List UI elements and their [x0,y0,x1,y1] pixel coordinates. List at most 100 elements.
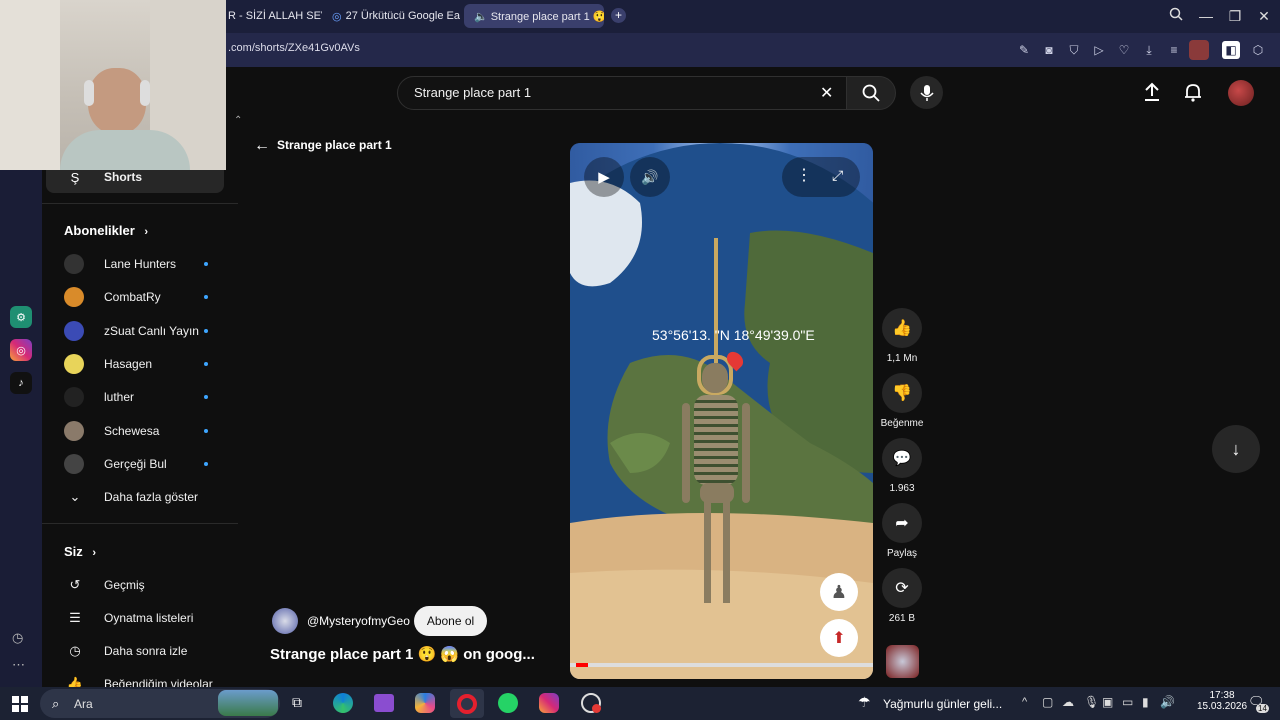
weather-text[interactable]: Yağmurlu günler geli... [883,697,1002,711]
voice-search-button[interactable] [910,76,943,109]
tray-chevron-icon[interactable]: ^ [1022,696,1027,708]
files-icon[interactable] [374,694,394,712]
volume-button[interactable]: 🔊 [630,157,670,197]
copilot-icon[interactable] [415,693,435,713]
sidebar-item-label: Schewesa [104,424,160,438]
tray-app-icon[interactable]: ▢ [1042,695,1053,709]
clock-time[interactable]: 17:38 15.03.2026 [1192,690,1252,712]
sidebar-item-label: Lane Hunters [104,257,177,271]
sidebar-item-liked[interactable]: 👍 Beğendiğim videolar [64,668,213,687]
shield-icon[interactable]: ⛉ [1065,41,1083,59]
show-more-button[interactable]: ⌄ Daha fazla göster [64,481,199,513]
video-title[interactable]: Strange place part 1 😲 😱 on goog... [270,645,535,663]
battery-icon[interactable]: ▮ [1142,695,1149,709]
notification-badge: 14 [1256,704,1269,713]
headset [84,80,94,106]
tiktok-icon[interactable]: ♪ [10,372,32,394]
mic-tray-icon[interactable]: 🎙 [1084,695,1099,709]
subscriptions-heading[interactable]: Abonelikler › [64,223,148,238]
volume-tray-icon[interactable]: 🔊 [1160,695,1175,709]
channel-name[interactable]: @MysteryofmyGeo [307,614,410,628]
sidebar-subscription-item[interactable]: Hasagen [64,348,152,380]
sidebar-subscription-item[interactable]: luther [64,381,134,413]
upload-icon[interactable] [1143,82,1161,107]
url-field[interactable]: .com/shorts/ZXe41Gv0AVs [228,42,360,54]
sidebar-toggle-icon[interactable]: ◧ [1222,41,1240,59]
search-tabs-icon[interactable] [1166,6,1186,26]
back-arrow-icon[interactable]: ← [254,137,270,155]
whatsapp-icon[interactable] [498,693,518,713]
camera-tray-icon[interactable]: ▣ [1102,695,1113,709]
subscribe-button[interactable]: Abone ol [414,606,487,636]
edit-icon[interactable]: ✎ [1015,41,1033,59]
remix-button[interactable]: ⟳ [882,568,922,608]
comments-button[interactable]: 💬 [882,438,922,478]
edge-icon[interactable] [333,693,353,713]
cube-icon[interactable]: ⬡ [1249,41,1267,59]
more-dots-icon[interactable]: ⋯ [12,657,25,673]
share-button[interactable]: ➦ [882,503,922,543]
sidebar-item-playlists[interactable]: ☰ Oynatma listeleri [64,602,193,634]
fullscreen-icon[interactable]: ⤢ [832,167,843,184]
clear-search-icon[interactable]: ✕ [820,83,833,103]
compass-icon[interactable]: ⬆ [820,619,858,657]
like-button[interactable]: 👍 [882,308,922,348]
search-input[interactable]: Strange place part 1 [414,85,531,100]
new-content-dot [204,462,208,466]
notifications-bell-icon[interactable] [1184,82,1202,107]
shorts-video-player[interactable]: 53°56'13. "N 18°49'39.0"E ▶ 🔊 ⋮ ⤢ ♟ ⬆ [570,143,873,679]
channel-avatar[interactable] [272,608,298,634]
menu-lines-icon[interactable]: ≡ [1165,41,1183,59]
cloud-icon[interactable]: ☁ [1062,695,1074,709]
divider [42,523,238,524]
restore-icon[interactable]: ❐ [1225,6,1245,26]
sidebar-item-watch-later[interactable]: ◷ Daha sonra izle [64,635,187,667]
sidebar-subscription-item[interactable]: zSuat Canlı Yayın [64,315,199,347]
history-clock-icon[interactable]: ◷ [12,630,23,646]
download-icon[interactable]: ⤓ [1140,41,1158,59]
remix-count: 261 B [888,613,916,624]
sound-thumbnail[interactable] [886,645,919,678]
pegman-icon[interactable]: ♟ [820,573,858,611]
search-button[interactable] [846,76,896,110]
dislike-button[interactable]: 👎 [882,373,922,413]
skeleton-leg [704,501,711,603]
new-content-dot [204,262,208,266]
profile-avatar[interactable] [1189,40,1209,60]
sidebar-subscription-item[interactable]: Gerçeği Bul [64,448,167,480]
skeleton-pelvis [700,483,734,503]
sidebar-subscription-item[interactable]: Schewesa [64,415,159,447]
browser-tab[interactable]: R - SİZİ ALLAH SEVSİ [222,4,322,28]
instagram-icon[interactable]: ◎ [10,339,32,361]
curtain [0,0,60,170]
sidebar-subscription-item[interactable]: Lane Hunters [64,248,176,280]
heart-icon[interactable]: ♡ [1115,41,1133,59]
account-avatar[interactable] [1228,80,1254,106]
display-icon[interactable]: ▭ [1122,695,1133,709]
next-video-button[interactable]: ↓ [1212,425,1260,473]
sidebar-item-label: Hasagen [104,357,153,371]
play-button[interactable]: ▶ [584,157,624,197]
taskbar-search-input[interactable]: Ara [74,697,93,711]
browser-tab-active[interactable]: 🔈 Strange place part 1 😲 [464,4,604,28]
browser-tab[interactable]: ◎ 27 Ürkütücü Google Earth [326,4,460,28]
instagram-taskbar-icon[interactable] [539,693,559,713]
close-window-icon[interactable]: ✕ [1254,6,1274,26]
camera-icon[interactable]: ◙ [1040,41,1058,59]
play-icon[interactable]: ▷ [1090,41,1108,59]
task-view-icon[interactable]: ⧉ [292,694,302,711]
sidebar-item-label: Daha sonra izle [104,644,188,658]
sidebar-subscription-item[interactable]: CombatRy [64,281,161,313]
sidebar-clip: 👍 Beğendiğim videolar [42,668,238,687]
minimize-icon[interactable]: — [1196,6,1216,26]
more-options-icon[interactable]: ⋮ [796,165,812,185]
you-heading[interactable]: Siz › [64,544,96,559]
new-tab-button[interactable]: + [611,8,626,23]
skeleton-ribcage [694,395,738,485]
chatgpt-icon[interactable]: ⚙ [10,306,32,328]
windows-start-icon[interactable] [12,696,28,712]
sidebar-item-history[interactable]: ↺ Geçmiş [64,569,145,601]
scroll-up-icon[interactable]: ⌃ [234,115,242,126]
mic-icon [919,84,934,101]
rope [714,238,718,363]
